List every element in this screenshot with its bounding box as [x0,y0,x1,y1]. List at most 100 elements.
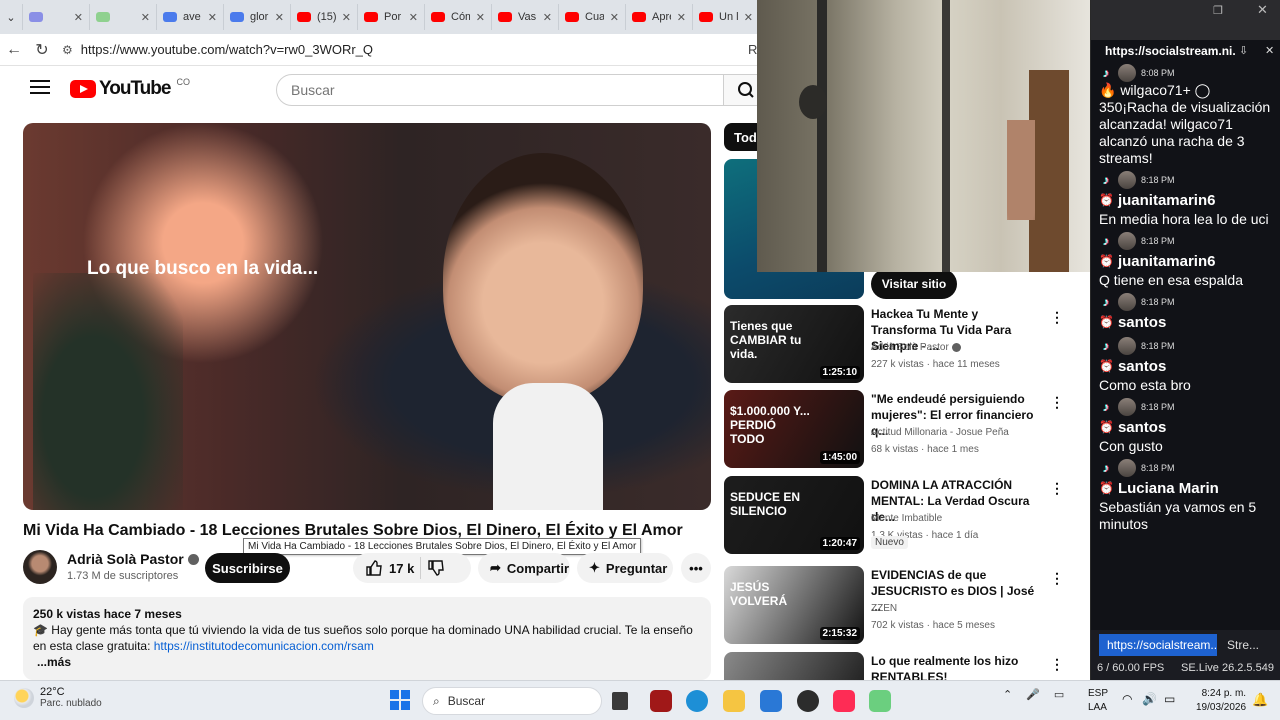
close-tab-icon[interactable]: ✕ [476,11,485,24]
recommended-video[interactable]: SEDUCE EN SILENCIO 1:20:47 DOMINA LA ATRAC… [724,476,1084,556]
back-button[interactable]: ← [0,41,28,59]
popout-icon[interactable]: ⇩ [1239,44,1248,57]
chat-tab[interactable]: Stre... [1221,634,1276,656]
browser-tab[interactable]: Cuan ✕ [559,4,626,30]
description-link[interactable]: https://institutodecomunicacion.com/rsam [154,639,374,653]
shield-app-icon[interactable] [650,690,672,712]
browser-tab[interactable]: Cóm ✕ [425,4,492,30]
site-info-icon[interactable]: ⚙ [62,43,73,57]
close-tab-icon[interactable]: ✕ [141,11,150,24]
share-button[interactable]: ➦ Compartir [478,553,570,583]
close-tab-icon[interactable]: ✕ [744,11,753,24]
recommended-video[interactable]: Lo que realmente los hizo RENTABLES! ⋮ [724,652,1084,680]
edge-icon[interactable] [686,690,708,712]
windows-start-icon[interactable] [390,690,410,710]
recommended-video[interactable]: $1.000.000 Y... PERDIÓ TODO 1:45:00 "Me en… [724,390,1084,470]
more-options-icon[interactable]: ⋮ [1050,394,1064,411]
more-options-icon[interactable]: ⋮ [1050,656,1064,673]
browser-tab[interactable]: (15) Y ✕ [291,4,358,30]
more-options-icon[interactable]: ⋮ [1050,570,1064,587]
browser-tab[interactable]: Un le ✕ [693,4,760,30]
like-button[interactable]: 17 k [365,559,414,577]
browser-tab[interactable]: Por C ✕ [358,4,425,30]
close-tab-icon[interactable]: ✕ [409,11,418,24]
reload-button[interactable]: ↻ [28,40,56,60]
browser-tab[interactable]: ave n ✕ [157,4,224,30]
video-thumbnail[interactable] [724,652,864,680]
chat-tab-active[interactable]: https://socialstream.... [1099,634,1217,656]
browser-tab[interactable]: ✕ [90,4,157,30]
folder-icon[interactable] [723,690,745,712]
social-stream-window: ❐ ✕ https://socialstream.ni... ⇩ ✕ ♪ 8:08… [1090,0,1280,680]
filter-chip-all[interactable]: Todo [724,123,765,151]
recommended-video[interactable]: Tienes que CAMBIAR tu vida. 1:25:10 Hackea… [724,305,1084,385]
description-box[interactable]: 250 k vistas hace 7 meses 🎓 Hay gente má… [23,597,711,680]
video-channel[interactable]: Mente Imbatible [871,513,942,524]
channel-name[interactable]: Adrià Solà Pastor [67,551,199,567]
chat-username: ⏰ juanitamarin6 [1099,250,1279,272]
taskbar-search[interactable]: ⌕ Buscar [422,687,602,715]
chat-message: ♪ 8:18 PM ⏰ santos Como esta bro [1099,337,1279,394]
tab-list-button[interactable]: ⌄ [0,4,23,30]
store-icon[interactable] [760,690,782,712]
subscribe-button[interactable]: Suscribirse [205,553,290,583]
chat-username-text: santos [1117,418,1167,436]
url-field[interactable]: ⚙ https://www.youtube.com/watch?v=rw0_3W… [62,37,748,63]
screen-icon[interactable]: ▭ [1054,688,1064,701]
app-icon[interactable] [869,690,891,712]
video-duration: 2:15:32 [819,627,860,640]
file-icon[interactable] [612,692,628,710]
close-tab-icon[interactable]: ✕ [543,11,552,24]
close-tab-icon[interactable]: ✕ [677,11,686,24]
language-indicator[interactable]: ESP LAA [1088,687,1108,715]
video-thumbnail[interactable]: SEDUCE EN SILENCIO 1:20:47 [724,476,864,554]
recommended-video[interactable]: JESÚS VOLVERÁ 2:15:32 EVIDENCIAS de que JE… [724,566,1084,646]
video-thumbnail[interactable]: JESÚS VOLVERÁ 2:15:32 [724,566,864,644]
more-options-icon[interactable]: ⋮ [1050,480,1064,497]
browser-tab[interactable]: Vas a ✕ [492,4,559,30]
chevron-up-icon[interactable]: ⌃ [1003,688,1012,701]
chat-message: ♪ 8:18 PM ⏰ juanitamarin6 En media hora lea … [1099,171,1279,228]
video-title[interactable]: EVIDENCIAS de que JESUCRISTO es DIOS | J… [871,567,1046,615]
close-tab-icon[interactable]: ✕ [342,11,351,24]
browser-tab[interactable]: gloria ✕ [224,4,291,30]
chat-avatar [1118,337,1136,355]
battery-icon[interactable]: ▭ [1164,692,1175,706]
close-window-icon[interactable]: ✕ [1257,2,1268,18]
show-more-link[interactable]: ...más [33,654,701,670]
tiktok-icon[interactable] [833,690,855,712]
ask-button[interactable]: ✦ Preguntar [577,553,673,583]
clock[interactable]: 8:24 p. m. 19/03/2026 [1196,687,1246,715]
obs-icon[interactable] [797,690,819,712]
close-tab-icon[interactable]: ✕ [610,11,619,24]
tab-favicon-icon [431,12,445,22]
visit-site-button[interactable]: Visitar sitio [871,269,957,299]
close-icon[interactable]: ✕ [1265,44,1274,57]
volume-icon[interactable]: 🔊 [1142,692,1157,706]
video-title[interactable]: Lo que realmente los hizo RENTABLES! [871,653,1046,680]
menu-icon[interactable] [30,80,50,96]
close-tab-icon[interactable]: ✕ [275,11,284,24]
channel-avatar[interactable] [23,550,57,584]
more-options-icon[interactable]: ⋮ [1050,309,1064,326]
close-tab-icon[interactable]: ✕ [208,11,217,24]
search-input[interactable]: Buscar [276,74,724,106]
youtube-logo[interactable]: YouTube CO [70,77,190,100]
video-channel[interactable]: Adrià Solà Pastor [871,342,961,353]
browser-tab[interactable]: Apre ✕ [626,4,693,30]
more-actions-button[interactable]: ••• [681,553,711,583]
chat-time: 8:18 PM [1141,297,1175,307]
video-channel[interactable]: Actitud Millonaria - Josue Peña [871,427,1009,438]
video-thumbnail[interactable]: Tienes que CAMBIAR tu vida. 1:25:10 [724,305,864,383]
microphone-icon[interactable]: 🎤 [1026,688,1040,701]
browser-tab[interactable]: ✕ [23,4,90,30]
notification-icon[interactable]: 🔔 [1252,692,1268,708]
video-player[interactable]: Lo que busco en la vida... [23,123,711,510]
video-thumbnail[interactable]: $1.000.000 Y... PERDIÓ TODO 1:45:00 [724,390,864,468]
thumbs-down-icon[interactable] [427,559,445,577]
weather-widget[interactable]: 22°C Parc. nublado [14,686,102,709]
close-tab-icon[interactable]: ✕ [74,11,83,24]
wifi-icon[interactable]: ◠ [1122,692,1132,706]
video-channel[interactable]: ZZEN [871,603,897,614]
restore-window-icon[interactable]: ❐ [1213,4,1223,17]
